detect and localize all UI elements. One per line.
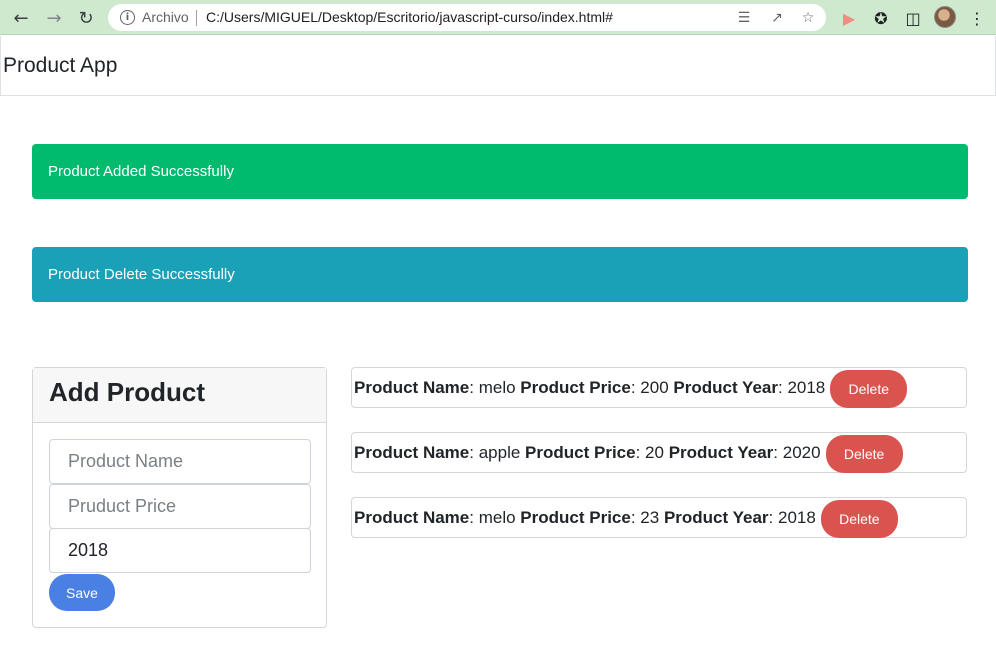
save-button[interactable]: Save — [49, 574, 115, 611]
product-year-label: Product Year — [668, 442, 774, 462]
product-name-label: Product Name — [354, 377, 470, 397]
add-product-card: Add Product Save — [32, 367, 327, 628]
puzzle-icon[interactable]: ✪ — [870, 7, 892, 29]
delete-button[interactable]: Delete — [830, 369, 908, 408]
kebab-menu-icon[interactable]: ⋮ — [966, 7, 988, 29]
url-text[interactable]: C:/Users/MIGUEL/Desktop/Escritorio/javas… — [206, 9, 613, 25]
product-price-value: 20 — [645, 442, 664, 462]
translate-icon[interactable]: ☰ — [734, 8, 754, 28]
product-price-label: Product Price — [520, 507, 631, 527]
avatar[interactable] — [934, 6, 956, 28]
product-year-value: 2018 — [787, 377, 826, 397]
product-name-value: melo — [478, 377, 516, 397]
browser-toolbar: ← → ↻ i Archivo C:/Users/MIGUEL/Desktop/… — [0, 0, 996, 35]
address-bar[interactable]: i Archivo C:/Users/MIGUEL/Desktop/Escrit… — [108, 4, 826, 31]
info-alert-text: Product Delete Successfully — [48, 266, 235, 283]
extension-icon[interactable]: ▶ — [838, 7, 860, 29]
success-alert: Product Added Successfully — [32, 144, 968, 199]
forward-icon[interactable]: → — [43, 7, 65, 29]
product-price-value: 23 — [640, 507, 660, 527]
card-header: Add Product — [33, 368, 326, 423]
bookmark-star-icon[interactable]: ☆ — [798, 8, 818, 28]
product-name-input[interactable] — [49, 439, 311, 484]
product-price-value: 200 — [640, 377, 669, 397]
card-title: Add Product — [49, 377, 205, 407]
navbar-brand[interactable]: Product App — [3, 54, 117, 78]
site-info-label: Archivo — [142, 9, 189, 25]
omnibox-divider — [196, 10, 197, 26]
delete-button[interactable]: Delete — [825, 434, 903, 473]
success-alert-text: Product Added Successfully — [48, 163, 234, 180]
share-icon[interactable]: ↗ — [767, 8, 787, 28]
product-name-label: Product Name — [354, 442, 470, 462]
product-year-value: 2020 — [782, 442, 821, 462]
product-price-label: Product Price — [520, 377, 631, 397]
product-row: Product Name: apple Product Price: 20 Pr… — [351, 432, 967, 473]
back-icon[interactable]: ← — [10, 7, 32, 29]
side-panel-icon[interactable]: ◫ — [902, 7, 924, 29]
product-year-label: Product Year — [673, 377, 778, 397]
info-icon[interactable]: i — [120, 10, 135, 25]
product-price-label: Product Price — [525, 442, 636, 462]
product-year-value: 2018 — [777, 507, 816, 527]
product-row: Product Name: melo Product Price: 23 Pro… — [351, 497, 967, 538]
product-price-input[interactable] — [49, 484, 311, 529]
product-name-label: Product Name — [354, 507, 470, 527]
reload-icon[interactable]: ↻ — [75, 7, 97, 29]
info-alert: Product Delete Successfully — [32, 247, 968, 302]
product-year-input[interactable] — [49, 528, 311, 573]
product-name-value: apple — [478, 442, 521, 462]
navbar: Product App — [0, 36, 996, 96]
product-name-value: melo — [478, 507, 516, 527]
product-year-label: Product Year — [663, 507, 769, 527]
product-row: Product Name: melo Product Price: 200 Pr… — [351, 367, 967, 408]
delete-button[interactable]: Delete — [820, 499, 898, 538]
